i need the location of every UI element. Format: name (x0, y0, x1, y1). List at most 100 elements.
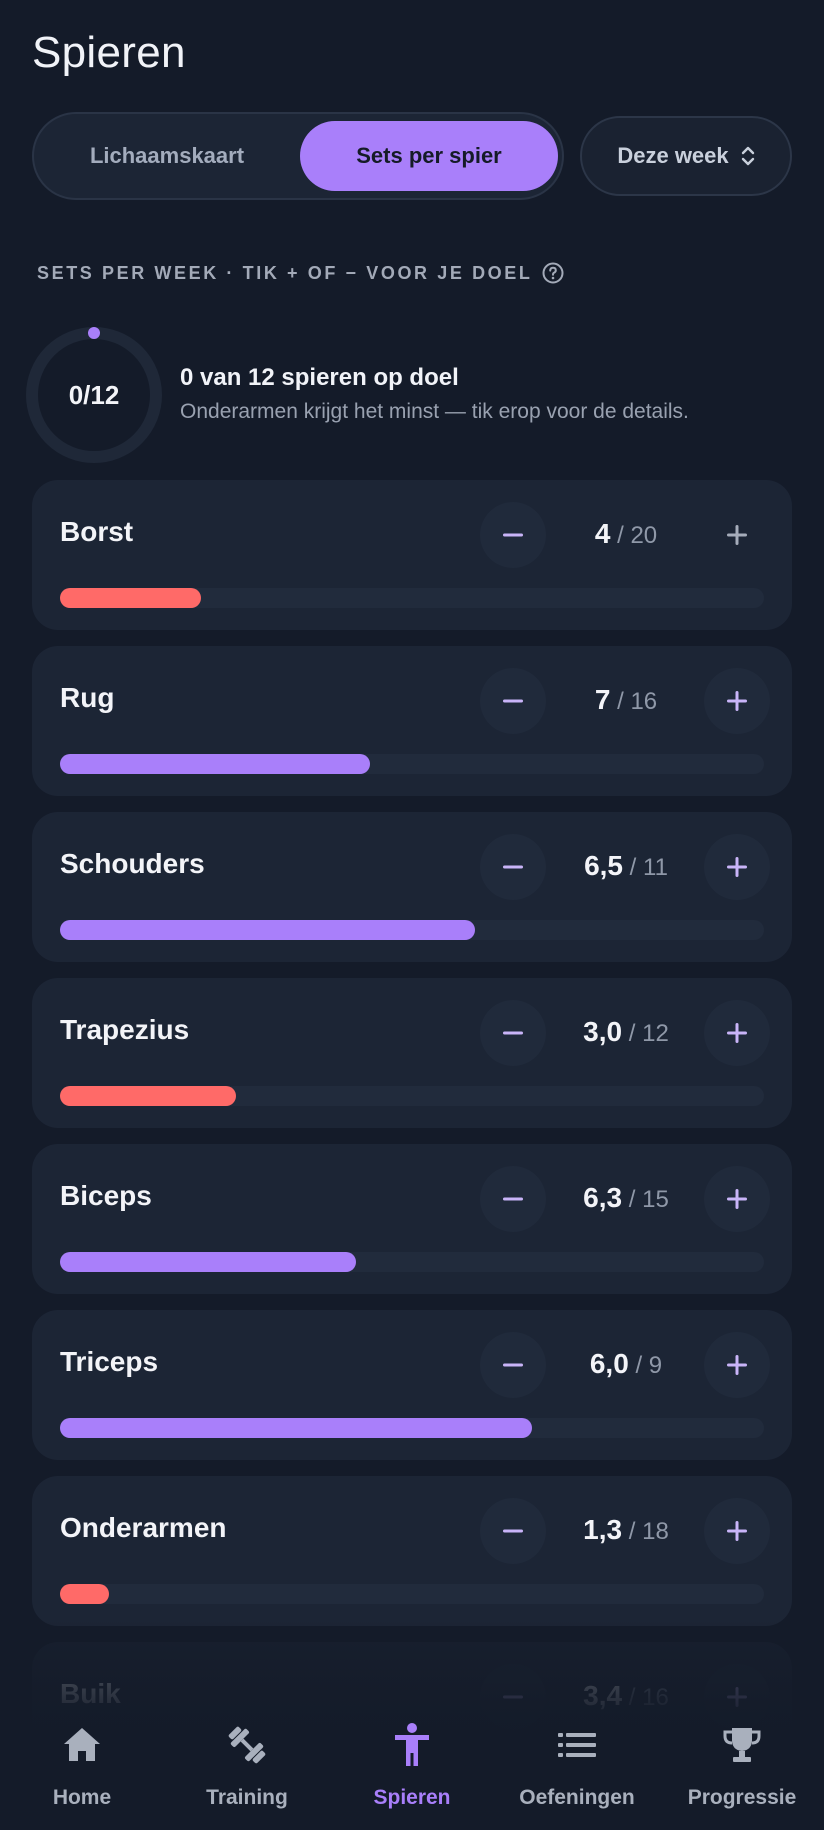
sets-goal: 12 (642, 1020, 669, 1047)
decrease-button[interactable] (480, 1166, 546, 1232)
page-title: Spieren (32, 28, 186, 77)
muscle-card[interactable]: Biceps 6,3 / 15 (32, 1144, 792, 1294)
minus-icon (503, 1363, 523, 1367)
period-select[interactable]: Deze week (580, 116, 792, 196)
muscle-name: Triceps (60, 1346, 159, 1377)
minus-icon (503, 1529, 523, 1533)
tab-body-map[interactable]: Lichaamskaart (42, 121, 292, 191)
progress-track (60, 1252, 764, 1272)
plus-icon (727, 857, 747, 877)
sets-count: 1,3 / 18 (583, 1514, 669, 1545)
increase-button[interactable] (704, 1332, 770, 1398)
increase-button[interactable] (704, 834, 770, 900)
sets-count: 7 / 16 (594, 684, 658, 715)
decrease-button[interactable] (480, 1498, 546, 1564)
increase-button[interactable] (704, 1498, 770, 1564)
muscle-card[interactable]: Triceps 6,0 / 9 (32, 1310, 792, 1460)
plus-icon (727, 525, 747, 545)
minus-icon (503, 533, 523, 537)
sets-count: 6,3 / 15 (583, 1182, 669, 1213)
decrease-button[interactable] (480, 834, 546, 900)
nav-item-training[interactable]: Training (165, 1700, 329, 1830)
increase-button[interactable] (704, 502, 770, 568)
increase-button[interactable] (704, 1166, 770, 1232)
person-icon (392, 1720, 432, 1770)
sets-goal: 11 (643, 854, 668, 881)
tab-sets-per-muscle[interactable]: Sets per spier (300, 121, 558, 191)
progress-track (60, 1418, 764, 1438)
sets-goal: 9 (648, 1352, 663, 1379)
progress-track (60, 1086, 764, 1106)
nav-label: Progressie (687, 1786, 797, 1809)
chevron-up-down-icon (741, 146, 754, 166)
view-toggle: Lichaamskaart Sets per spier (32, 112, 564, 200)
sets-goal: 20 (630, 522, 658, 549)
muscle-name: Schouders (60, 848, 205, 879)
increase-button[interactable] (704, 1000, 770, 1066)
decrease-button[interactable] (480, 1000, 546, 1066)
summary-title: 0 van 12 spieren op doel (180, 364, 459, 391)
summary-ring-label: 0/12 (68, 379, 120, 410)
progress-fill (60, 754, 370, 774)
progress-track (60, 1584, 764, 1604)
sets-value: 6,3 (583, 1182, 623, 1213)
sets-count: 6,0 / 9 (589, 1348, 663, 1379)
nav-item-progressie[interactable]: Progressie (660, 1700, 824, 1830)
progress-fill (60, 1418, 532, 1438)
muscle-name: Trapezius (60, 1014, 190, 1045)
plus-icon (727, 1521, 747, 1541)
plus-icon (727, 1023, 747, 1043)
minus-icon (503, 865, 523, 869)
bottom-nav: Home Training Spieren Oefeningen Progres… (0, 1700, 824, 1830)
progress-fill (60, 1584, 110, 1604)
sets-value: 6,0 (589, 1348, 629, 1379)
decrease-button[interactable] (480, 1332, 546, 1398)
list-icon (556, 1720, 598, 1770)
muscle-name: Borst (60, 516, 134, 547)
muscle-name: Rug (60, 682, 115, 713)
plus-icon (727, 1355, 747, 1375)
help-icon[interactable] (542, 262, 564, 284)
plus-icon (727, 1189, 747, 1209)
sets-value: 6,5 (584, 850, 623, 881)
muscles-screen: Spieren Lichaamskaart Sets per spier Dez… (0, 0, 824, 1830)
minus-icon (503, 1031, 523, 1035)
nav-item-home[interactable]: Home (0, 1700, 164, 1830)
sets-count: 4 / 20 (594, 518, 658, 549)
decrease-button[interactable] (480, 668, 546, 734)
muscle-card[interactable]: Schouders 6,5 / 11 (32, 812, 792, 962)
nav-item-spieren[interactable]: Spieren (330, 1700, 494, 1830)
increase-button[interactable] (704, 668, 770, 734)
muscle-card[interactable]: Rug 7 / 16 (32, 646, 792, 796)
muscle-name: Biceps (60, 1180, 152, 1211)
trophy-icon (721, 1720, 763, 1770)
period-select-value: Deze week (617, 143, 729, 168)
progress-track (60, 588, 764, 608)
sets-count: 3,0 / 12 (583, 1016, 669, 1047)
progress-fill (60, 920, 476, 940)
muscle-card[interactable]: Onderarmen 1,3 / 18 (32, 1476, 792, 1626)
sets-value: 3,0 (583, 1016, 623, 1047)
sets-goal: 18 (642, 1518, 669, 1545)
minus-icon (503, 699, 523, 703)
dumbbell-icon (225, 1720, 269, 1770)
sets-value: 7 (594, 684, 611, 715)
progress-fill (60, 1086, 236, 1106)
muscle-card[interactable]: Trapezius 3,0 / 12 (32, 978, 792, 1128)
sets-count: 6,5 / 11 (584, 850, 668, 881)
progress-track (60, 754, 764, 774)
nav-label: Home (52, 1786, 112, 1809)
section-label: SETS PER WEEK · TIK + OF − VOOR JE DOEL (37, 262, 564, 284)
progress-fill (60, 588, 201, 608)
nav-item-oefeningen[interactable]: Oefeningen (495, 1700, 659, 1830)
nav-label: Spieren (373, 1786, 451, 1809)
progress-fill (60, 1252, 356, 1272)
decrease-button[interactable] (480, 502, 546, 568)
sets-value: 1,3 (583, 1514, 623, 1545)
muscle-card[interactable]: Borst 4 / 20 (32, 480, 792, 630)
sets-goal: 15 (642, 1186, 669, 1213)
nav-label: Oefeningen (519, 1786, 635, 1809)
sets-value: 4 (594, 518, 611, 549)
section-label-text: SETS PER WEEK · TIK + OF − VOOR JE DOEL (37, 262, 533, 283)
summary-subtitle: Onderarmen krijgt het minst — tik erop v… (180, 400, 689, 423)
